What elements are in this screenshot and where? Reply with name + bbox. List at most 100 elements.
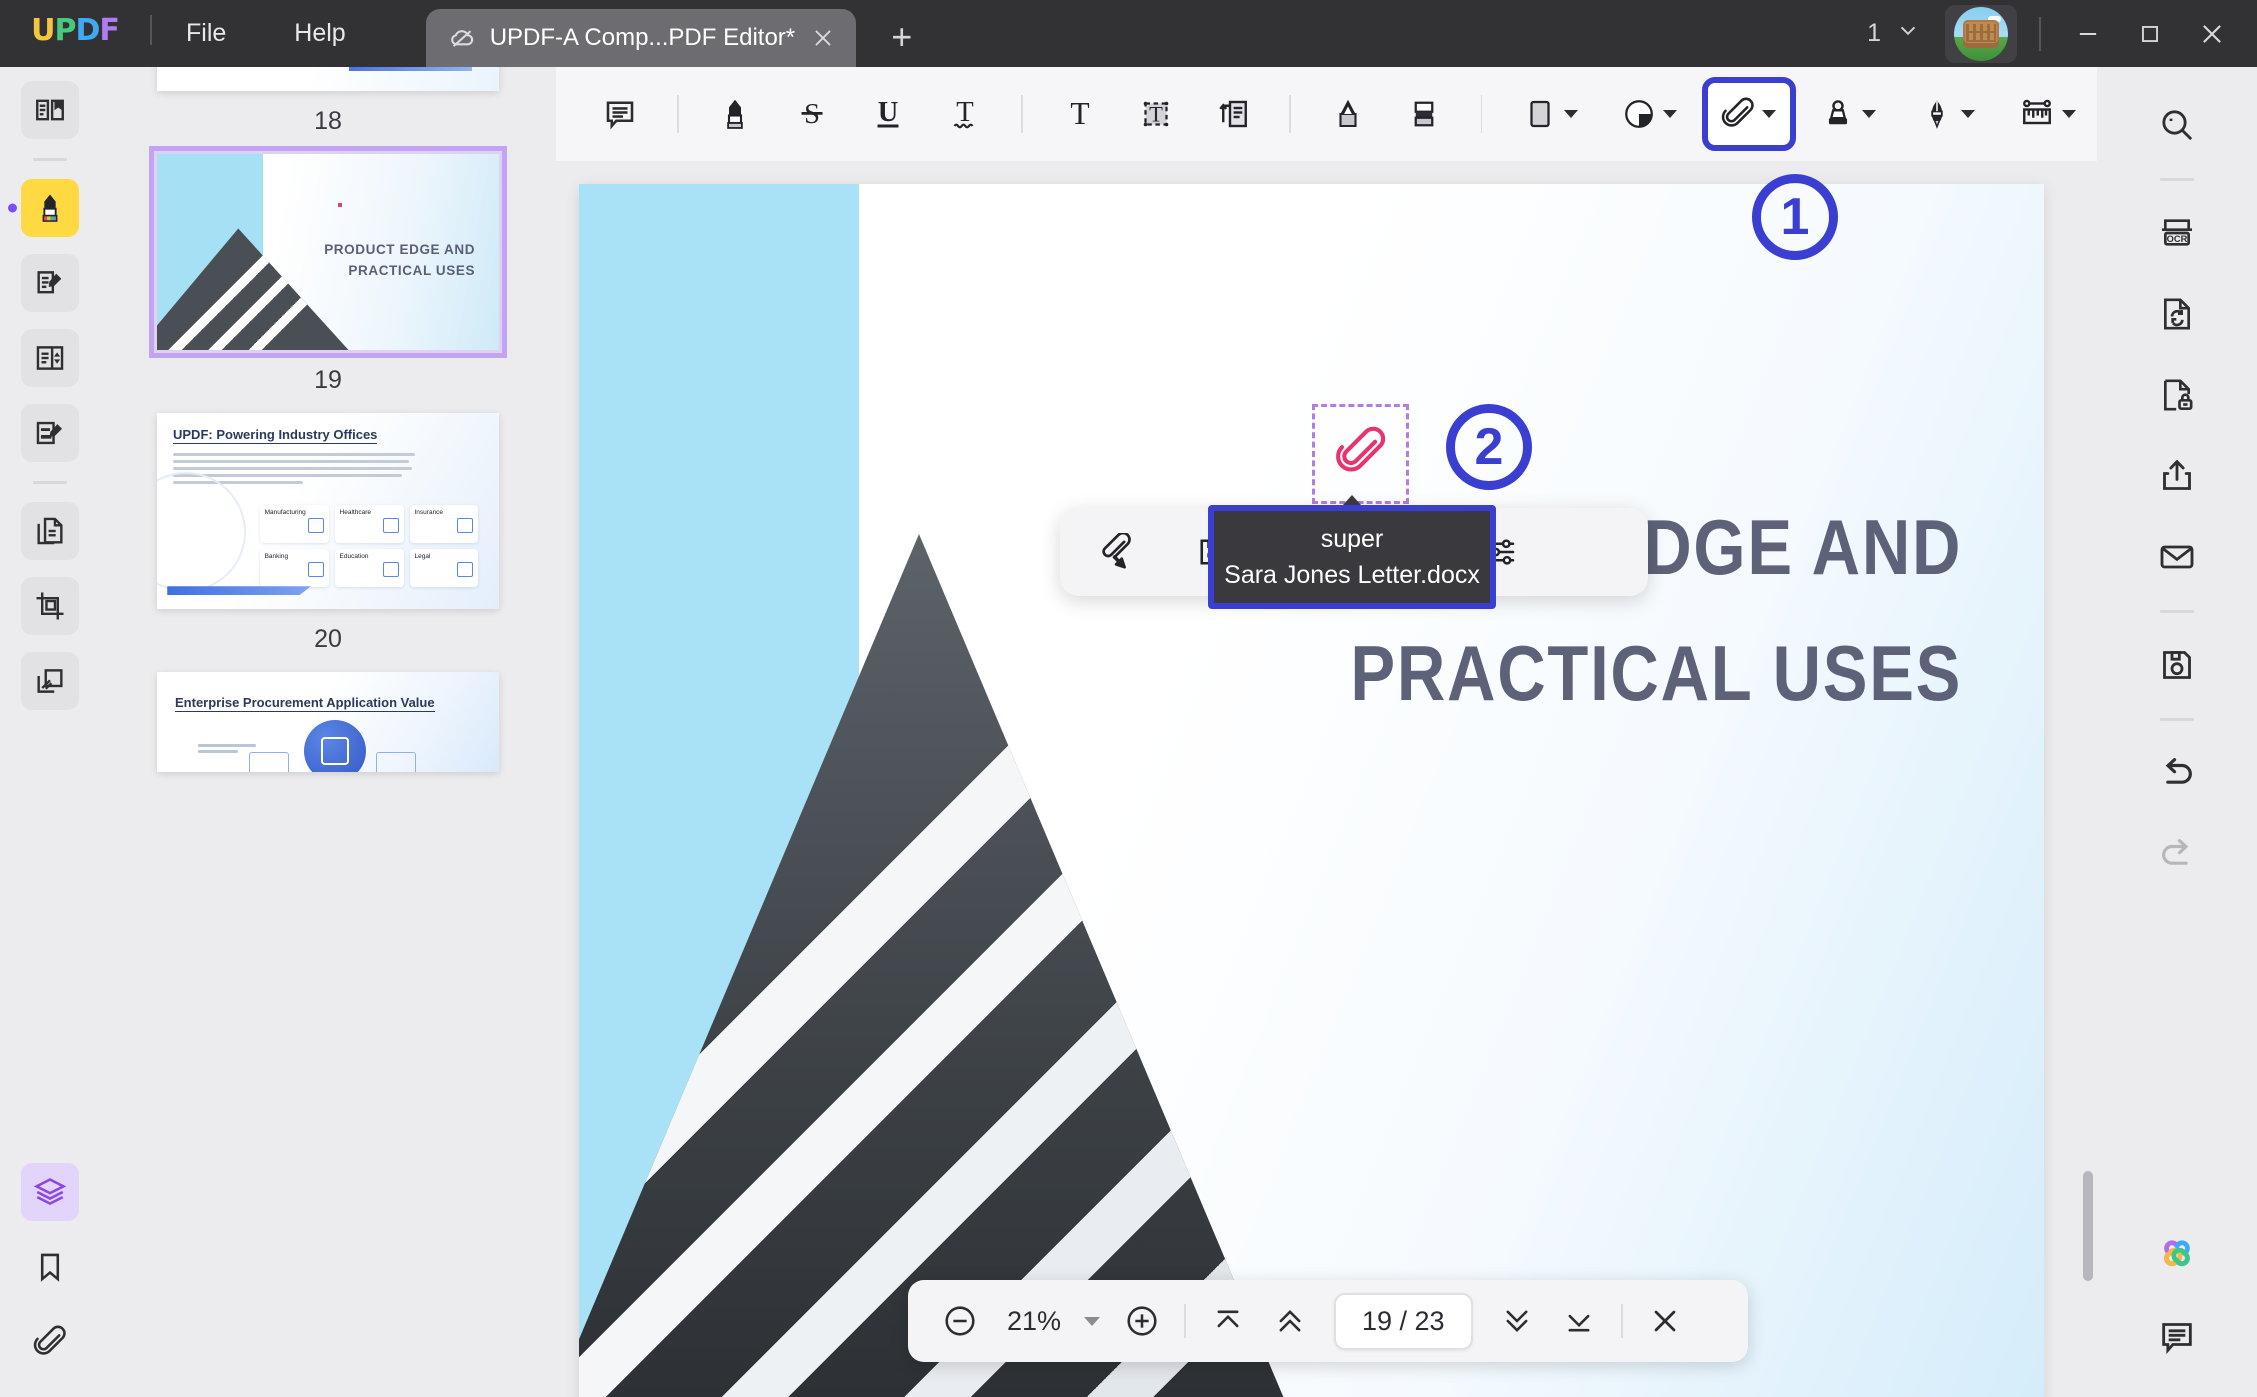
document-canvas[interactable]: PRODUCT EDGE AND PRACTICAL USES [556, 161, 2097, 1397]
toolbar-divider-3 [1289, 95, 1292, 133]
tool-strikethrough[interactable]: S [782, 83, 841, 145]
sidebar-organize-pages[interactable] [21, 502, 79, 560]
sidebar-attachments[interactable] [21, 1313, 79, 1371]
sidebar-crop[interactable] [21, 577, 79, 635]
thumbnail-image[interactable]: PRODUCT EDGE AND PRACTICAL USES [149, 146, 507, 358]
tool-text-box[interactable]: T [1127, 83, 1186, 145]
thumbnail-page-20[interactable]: UPDF: Powering Industry Offices Manufact… [100, 413, 556, 672]
chevron-down-icon [2061, 110, 2076, 118]
tool-eraser[interactable] [1395, 83, 1454, 145]
close-pagebar-button[interactable] [1639, 1295, 1691, 1347]
first-page-button[interactable] [1202, 1295, 1254, 1347]
thumb19-title-line2: PRACTICAL USES [348, 263, 476, 279]
new-tab-button[interactable]: + [882, 19, 922, 55]
tool-signature[interactable] [1907, 83, 1988, 145]
pagebar-divider-1 [1184, 1304, 1186, 1338]
page-navigation-bar: 21% 19 / 23 [908, 1280, 1748, 1362]
thumbnail-panel[interactable]: 18 PRODUCT EDGE AND PRACTICAL USES 19 UP… [100, 67, 556, 1397]
titlebar-divider-2 [2039, 16, 2041, 51]
thumbnail-number: 19 [314, 366, 342, 394]
sidebar-layers[interactable] [21, 1163, 79, 1221]
sidebar-fill-sign[interactable] [21, 404, 79, 462]
toolbar-divider-2 [1021, 95, 1024, 133]
zoom-out-button[interactable] [934, 1295, 986, 1347]
float-open-attachment[interactable] [1086, 521, 1148, 583]
thumb20-card: Manufacturing [259, 505, 329, 544]
logo-letter-f: F [99, 13, 119, 48]
document-page-19[interactable]: PRODUCT EDGE AND PRACTICAL USES [579, 184, 2044, 1397]
thumbnail-page-18[interactable]: 18 [100, 67, 556, 154]
tool-comment[interactable] [591, 83, 650, 145]
thumb20-card: Banking [259, 549, 329, 588]
rail-undo[interactable] [2145, 741, 2209, 805]
tool-highlight[interactable] [706, 83, 765, 145]
rail-save[interactable] [2145, 633, 2209, 697]
tool-squiggly[interactable]: T [936, 83, 995, 145]
chevron-down-icon [1563, 110, 1578, 118]
account-count-dropdown[interactable]: 1 [1849, 17, 1939, 50]
document-tab[interactable]: UPDF-A Comp...PDF Editor* [425, 9, 856, 67]
page-title-line2: PRACTICAL USES [1350, 629, 1962, 718]
zoom-dropdown-caret-icon[interactable] [1084, 1316, 1100, 1326]
last-page-button[interactable] [1553, 1295, 1605, 1347]
menu-file[interactable]: File [152, 0, 260, 67]
tool-sticky-note[interactable] [1609, 83, 1690, 145]
rail-ocr[interactable]: OCR [2145, 201, 2209, 265]
rail-comments-panel[interactable] [2145, 1305, 2209, 1369]
svg-text:T: T [1070, 96, 1089, 131]
page-indicator[interactable]: 19 / 23 [1334, 1292, 1473, 1350]
tool-measure[interactable] [2007, 83, 2088, 145]
right-rail-divider-1 [2160, 178, 2194, 181]
tool-pencil[interactable] [1318, 83, 1377, 145]
attachment-annotation-marker[interactable] [1312, 404, 1409, 504]
thumb20-heading: UPDF: Powering Industry Offices [173, 427, 378, 444]
avatar-button[interactable] [1945, 4, 2017, 63]
thumbnail-image[interactable]: UPDF: Powering Industry Offices Manufact… [157, 413, 499, 609]
thumb20-card: Healthcare [334, 505, 404, 544]
right-sidebar: OCR [2097, 67, 2257, 1397]
zoom-level-label[interactable]: 21% [986, 1306, 1082, 1337]
sidebar-compress[interactable] [21, 652, 79, 710]
next-page-button[interactable] [1491, 1295, 1543, 1347]
right-rail-divider-3 [2160, 718, 2194, 721]
close-icon[interactable] [810, 25, 836, 51]
rail-convert[interactable] [2145, 282, 2209, 346]
window-close-button[interactable] [2181, 0, 2243, 67]
sidebar-bookmarks[interactable] [21, 1238, 79, 1296]
sidebar-edit-pdf[interactable] [21, 254, 79, 312]
document-vertical-scrollbar[interactable] [2083, 1171, 2093, 1281]
chevron-down-icon [1961, 110, 1976, 118]
thumb21-heading: Enterprise Procurement Application Value [175, 695, 435, 712]
sidebar-annotate-highlighter[interactable] [8, 179, 79, 237]
tool-stamp[interactable] [1808, 83, 1889, 145]
sidebar-form[interactable] [21, 329, 79, 387]
window-maximize-button[interactable] [2119, 0, 2181, 67]
rail-ai-assistant[interactable] [2145, 1224, 2209, 1288]
tool-shapes[interactable] [1509, 83, 1590, 145]
thumbnail-image[interactable]: Enterprise Procurement Application Value [157, 672, 499, 772]
rail-protect[interactable] [2145, 363, 2209, 427]
right-rail-divider-2 [2160, 610, 2194, 613]
pagebar-divider-2 [1620, 1304, 1623, 1338]
menu-help[interactable]: Help [260, 0, 379, 67]
toolbar-divider-1 [676, 95, 679, 133]
rail-search[interactable] [2145, 93, 2209, 157]
thumbnail-page-19[interactable]: PRODUCT EDGE AND PRACTICAL USES 19 [100, 146, 556, 413]
rail-share[interactable] [2145, 444, 2209, 508]
thumbnail-page-21[interactable]: Enterprise Procurement Application Value [100, 672, 556, 772]
tool-text[interactable]: T [1050, 83, 1109, 145]
rail-redo[interactable] [2145, 822, 2209, 886]
svg-text:OCR: OCR [2167, 234, 2188, 244]
rail-email[interactable] [2145, 525, 2209, 589]
window-minimize-button[interactable] [2057, 0, 2119, 67]
sidebar-reader[interactable] [21, 81, 79, 139]
thumbnail-number: 18 [314, 107, 342, 135]
tool-callout[interactable] [1204, 83, 1263, 145]
zoom-in-button[interactable] [1116, 1295, 1168, 1347]
paperclip-icon [1335, 426, 1387, 483]
logo-letter-d: D [75, 13, 100, 48]
account-count-label: 1 [1867, 19, 1881, 47]
tool-attachment[interactable] [1702, 77, 1796, 151]
previous-page-button[interactable] [1264, 1295, 1316, 1347]
tool-underline[interactable]: U [859, 83, 918, 145]
